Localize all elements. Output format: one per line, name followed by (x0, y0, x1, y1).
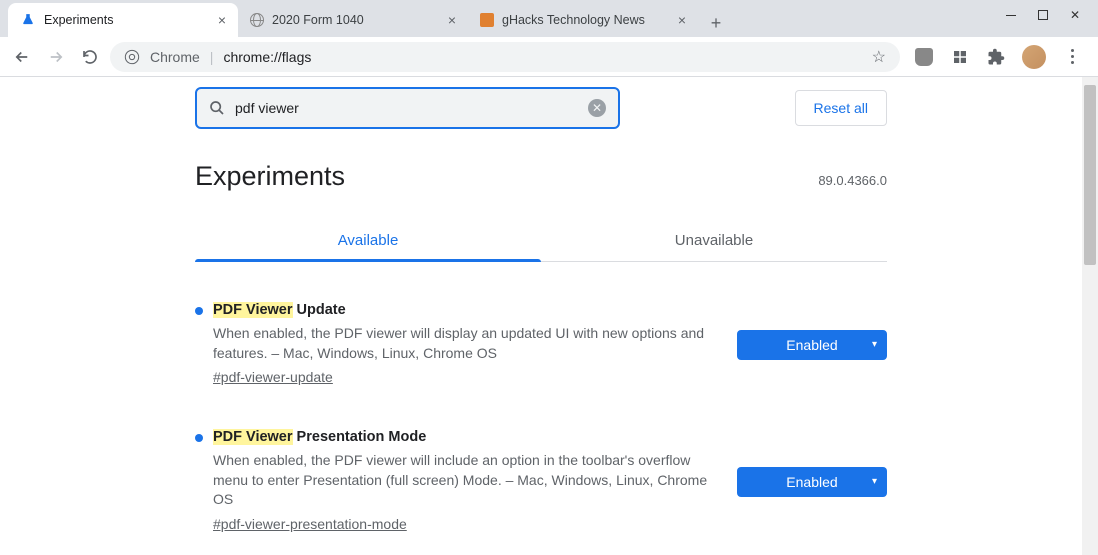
back-button[interactable] (8, 43, 36, 71)
scrollbar[interactable] (1082, 77, 1098, 555)
window-controls: ✕ (988, 0, 1098, 30)
globe-icon (250, 13, 264, 27)
bookmark-star-icon[interactable]: ☆ (872, 47, 886, 67)
select-value: Enabled (786, 337, 837, 353)
tab-title: gHacks Technology News (502, 13, 645, 27)
search-input[interactable] (235, 100, 578, 116)
experiment-description: When enabled, the PDF viewer will displa… (213, 324, 727, 363)
avatar[interactable] (1022, 45, 1046, 69)
status-dot (195, 307, 203, 315)
titlebar: Experiments × 2020 Form 1040 × gHacks Te… (0, 0, 1098, 37)
content-area: ✕ Reset all Experiments 89.0.4366.0 Avai… (0, 77, 1082, 555)
minimize-button[interactable] (1006, 15, 1016, 16)
experiment-hash-link[interactable]: #pdf-viewer-presentation-mode (213, 516, 407, 532)
omnibox-url: chrome://flags (223, 49, 311, 65)
tab-unavailable[interactable]: Unavailable (541, 220, 887, 261)
kebab-menu[interactable] (1062, 47, 1082, 67)
experiment-hash-link[interactable]: #pdf-viewer-update (213, 369, 333, 385)
chevron-down-icon: ▾ (872, 339, 877, 350)
extension-icons (906, 45, 1090, 69)
page-title: Experiments (195, 161, 345, 192)
window-close-button[interactable]: ✕ (1070, 10, 1080, 20)
reload-button[interactable] (76, 43, 104, 71)
browser-tab-1040[interactable]: 2020 Form 1040 × (238, 3, 468, 37)
ublock-icon[interactable] (914, 47, 934, 67)
maximize-button[interactable] (1038, 10, 1048, 20)
chevron-down-icon: ▾ (872, 476, 877, 487)
experiment-row: PDF Viewer Update When enabled, the PDF … (195, 302, 887, 387)
tabstrip: Experiments × 2020 Form 1040 × gHacks Te… (0, 0, 730, 37)
chrome-icon (124, 49, 140, 65)
version-label: 89.0.4366.0 (818, 173, 887, 188)
experiment-description: When enabled, the PDF viewer will includ… (213, 451, 727, 510)
flask-icon (20, 12, 36, 28)
close-icon[interactable]: × (218, 12, 226, 28)
toolbar: Chrome | chrome://flags ☆ (0, 37, 1098, 77)
tab-title: Experiments (44, 13, 113, 27)
ghacks-icon (480, 13, 494, 27)
experiment-row: PDF Viewer Presentation Mode When enable… (195, 429, 887, 534)
experiment-title: PDF Viewer Update (213, 302, 727, 318)
tab-available[interactable]: Available (195, 220, 541, 261)
scroll-thumb[interactable] (1084, 85, 1096, 265)
forward-button[interactable] (42, 43, 70, 71)
new-tab-button[interactable]: + (702, 9, 730, 37)
search-box[interactable]: ✕ (195, 87, 620, 129)
extensions-puzzle-icon[interactable] (986, 47, 1006, 67)
close-icon[interactable]: × (678, 12, 686, 28)
experiment-title: PDF Viewer Presentation Mode (213, 429, 727, 445)
extension-icon[interactable] (950, 47, 970, 67)
clear-search-icon[interactable]: ✕ (588, 99, 606, 117)
browser-tab-experiments[interactable]: Experiments × (8, 3, 238, 37)
search-icon (209, 100, 225, 116)
omnibox-label: Chrome (150, 49, 200, 65)
select-value: Enabled (786, 474, 837, 490)
browser-tab-ghacks[interactable]: gHacks Technology News × (468, 3, 698, 37)
tab-title: 2020 Form 1040 (272, 13, 364, 27)
omnibox[interactable]: Chrome | chrome://flags ☆ (110, 42, 900, 72)
close-icon[interactable]: × (448, 12, 456, 28)
experiment-state-select[interactable]: Enabled ▾ (737, 330, 887, 360)
experiment-state-select[interactable]: Enabled ▾ (737, 467, 887, 497)
flag-tabs: Available Unavailable (195, 220, 887, 262)
omnibox-sep: | (210, 49, 214, 65)
reset-all-button[interactable]: Reset all (795, 90, 887, 126)
status-dot (195, 434, 203, 442)
